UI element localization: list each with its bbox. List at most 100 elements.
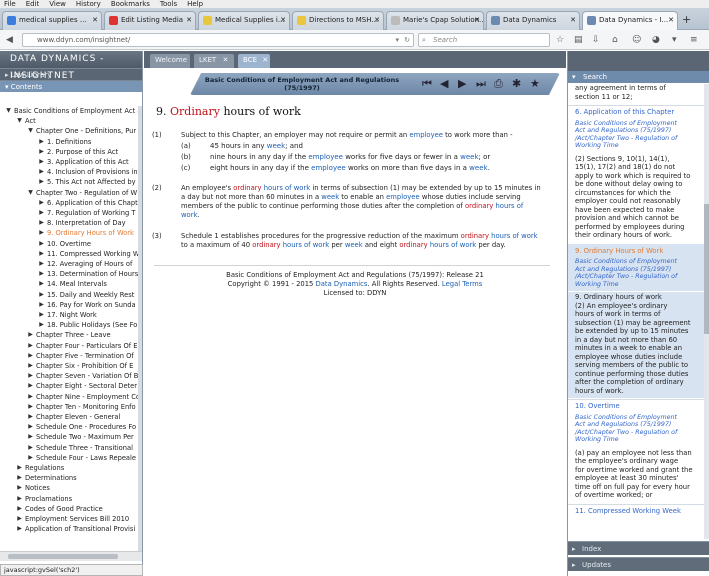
new-tab-icon[interactable]: + (682, 13, 691, 26)
expand-icon[interactable]: ▶ (37, 218, 46, 228)
expand-icon[interactable]: ▶ (26, 432, 35, 442)
expand-icon[interactable]: ▶ (37, 300, 46, 310)
keyword-link[interactable]: week (345, 241, 363, 249)
expand-icon[interactable]: ▶ (26, 453, 35, 463)
keyword-link[interactable]: week (460, 153, 478, 161)
expand-icon[interactable]: ▶ (15, 524, 24, 534)
expand-icon[interactable]: ▶ (37, 310, 46, 320)
expand-icon[interactable]: ▶ (26, 402, 35, 412)
scroll-thumb[interactable] (704, 204, 709, 334)
collapse-icon[interactable]: ▼ (4, 106, 13, 116)
bookmark-add-icon[interactable]: ✱ (512, 77, 521, 91)
expand-icon[interactable]: ▶ (26, 381, 35, 391)
last-page-icon[interactable]: ⏭ (476, 77, 486, 91)
expand-icon[interactable]: ▶ (37, 290, 46, 300)
search-field[interactable]: ⌕ Search (418, 33, 550, 47)
close-icon[interactable]: ✕ (280, 12, 286, 29)
close-icon[interactable]: ✕ (374, 12, 380, 29)
result-path[interactable]: Basic Conditions of Employment Act and Re… (575, 120, 698, 150)
expand-icon[interactable]: ▶ (26, 422, 35, 432)
expand-icon[interactable]: ▶ (37, 147, 46, 157)
collapse-icon[interactable]: ▼ (15, 116, 24, 126)
result-path[interactable]: Basic Conditions of Employment Act and Re… (575, 414, 698, 444)
results-scrollbar[interactable] (704, 84, 709, 539)
keyword-link[interactable]: week (321, 193, 339, 201)
expand-icon[interactable]: ▶ (15, 473, 24, 483)
close-icon[interactable]: ✕ (262, 56, 268, 64)
close-icon[interactable]: ✕ (186, 12, 192, 29)
expand-icon[interactable]: ▶ (15, 504, 24, 514)
keyword-link[interactable]: hours of work (264, 184, 310, 192)
keyword-link[interactable]: employee (386, 193, 420, 201)
menu-item[interactable]: Bookmarks (111, 0, 150, 8)
download-icon[interactable]: ⇩ (592, 34, 600, 46)
tab-lket[interactable]: LKET ✕ (194, 54, 234, 68)
keyword-link[interactable]: ordinary (465, 202, 493, 210)
keyword-link[interactable]: ordinary (233, 184, 261, 192)
browser-tab[interactable]: Edit Listing Media ✕ (104, 11, 196, 30)
menu-item[interactable]: View (49, 0, 66, 8)
keyword-link[interactable]: week (469, 164, 487, 172)
expand-icon[interactable]: ▶ (37, 167, 46, 177)
data-dynamics-link[interactable]: Data Dynamics (316, 280, 368, 288)
expand-icon[interactable]: ▶ (26, 392, 35, 402)
close-icon[interactable]: ✕ (668, 12, 674, 29)
tab-welcome[interactable]: Welcome (150, 54, 190, 68)
close-icon[interactable]: ✕ (474, 12, 480, 29)
browser-tab[interactable]: Marie's Cpap Solution... ✕ (386, 11, 484, 30)
expand-icon[interactable]: ▶ (37, 198, 46, 208)
updates-section-header[interactable]: ▸ Updates (568, 557, 709, 571)
url-field[interactable]: www.ddyn.com/insightnet/ ▾ ↻ (22, 33, 414, 47)
browser-tab[interactable]: Data Dynamics ✕ (486, 11, 580, 30)
tree-horizontal-scrollbar[interactable] (0, 551, 142, 561)
menu-item[interactable]: File (4, 0, 16, 8)
print-icon[interactable]: ⎙ (494, 77, 503, 91)
expand-icon[interactable]: ▶ (37, 269, 46, 279)
keyword-link[interactable]: hours of work (283, 241, 329, 249)
search-section-header[interactable]: ▾ Search (568, 71, 709, 83)
tab-bce[interactable]: BCE ✕ (238, 54, 270, 68)
collapse-icon[interactable]: ▼ (26, 126, 35, 136)
keyword-link[interactable]: employee (409, 131, 443, 139)
keyword-link[interactable]: employee (311, 164, 346, 172)
chat-icon[interactable]: ☺ (632, 34, 641, 46)
keyword-link[interactable]: hours of work (491, 232, 537, 240)
expand-icon[interactable]: ▶ (37, 157, 46, 167)
index-section-header[interactable]: ▸ Index (568, 541, 709, 555)
menu-item[interactable]: Edit (26, 0, 40, 8)
collapse-icon[interactable]: ▼ (26, 188, 35, 198)
menu-item[interactable]: Help (187, 0, 203, 8)
keyword-link[interactable]: ordinary (399, 241, 427, 249)
expand-icon[interactable]: ▶ (37, 239, 46, 249)
expand-icon[interactable]: ▶ (37, 259, 46, 269)
dropdown-icon[interactable]: ▾ (672, 34, 677, 46)
result-path[interactable]: Basic Conditions of Employment Act and Re… (575, 258, 698, 288)
next-icon[interactable]: ▶ (458, 77, 466, 91)
dropdown-icon[interactable]: ▾ (395, 34, 399, 46)
expand-icon[interactable]: ▶ (37, 208, 46, 218)
expand-icon[interactable]: ▶ (15, 514, 24, 524)
keyword-link[interactable]: hours of work (430, 241, 476, 249)
star-icon[interactable]: ☆ (556, 34, 564, 46)
expand-icon[interactable]: ▶ (26, 330, 35, 340)
expand-icon[interactable]: ▶ (26, 412, 35, 422)
result-link[interactable]: 9. Ordinary Hours of Work (575, 247, 698, 256)
home-icon[interactable]: ⌂ (612, 34, 618, 46)
expand-icon[interactable]: ▶ (26, 341, 35, 351)
reload-icon[interactable]: ↻ (404, 34, 410, 46)
result-link[interactable]: 10. Overtime (575, 402, 698, 411)
close-icon[interactable]: ✕ (222, 56, 228, 64)
legal-terms-link[interactable]: Legal Terms (442, 280, 482, 288)
close-icon[interactable]: ✕ (570, 12, 576, 29)
expand-icon[interactable]: ▶ (26, 371, 35, 381)
scroll-thumb[interactable] (8, 554, 118, 559)
menu-icon[interactable]: ≡ (690, 34, 698, 46)
close-icon[interactable]: ✕ (92, 12, 98, 29)
expand-icon[interactable]: ▶ (37, 279, 46, 289)
keyword-link[interactable]: ordinary (252, 241, 280, 249)
browser-tab[interactable]: Data Dynamics - I... ✕ (582, 11, 678, 30)
expand-icon[interactable]: ▶ (15, 494, 24, 504)
back-icon[interactable]: ◀ (6, 34, 13, 46)
keyword-link[interactable]: week (267, 142, 285, 150)
favourite-icon[interactable]: ★ (530, 77, 540, 91)
